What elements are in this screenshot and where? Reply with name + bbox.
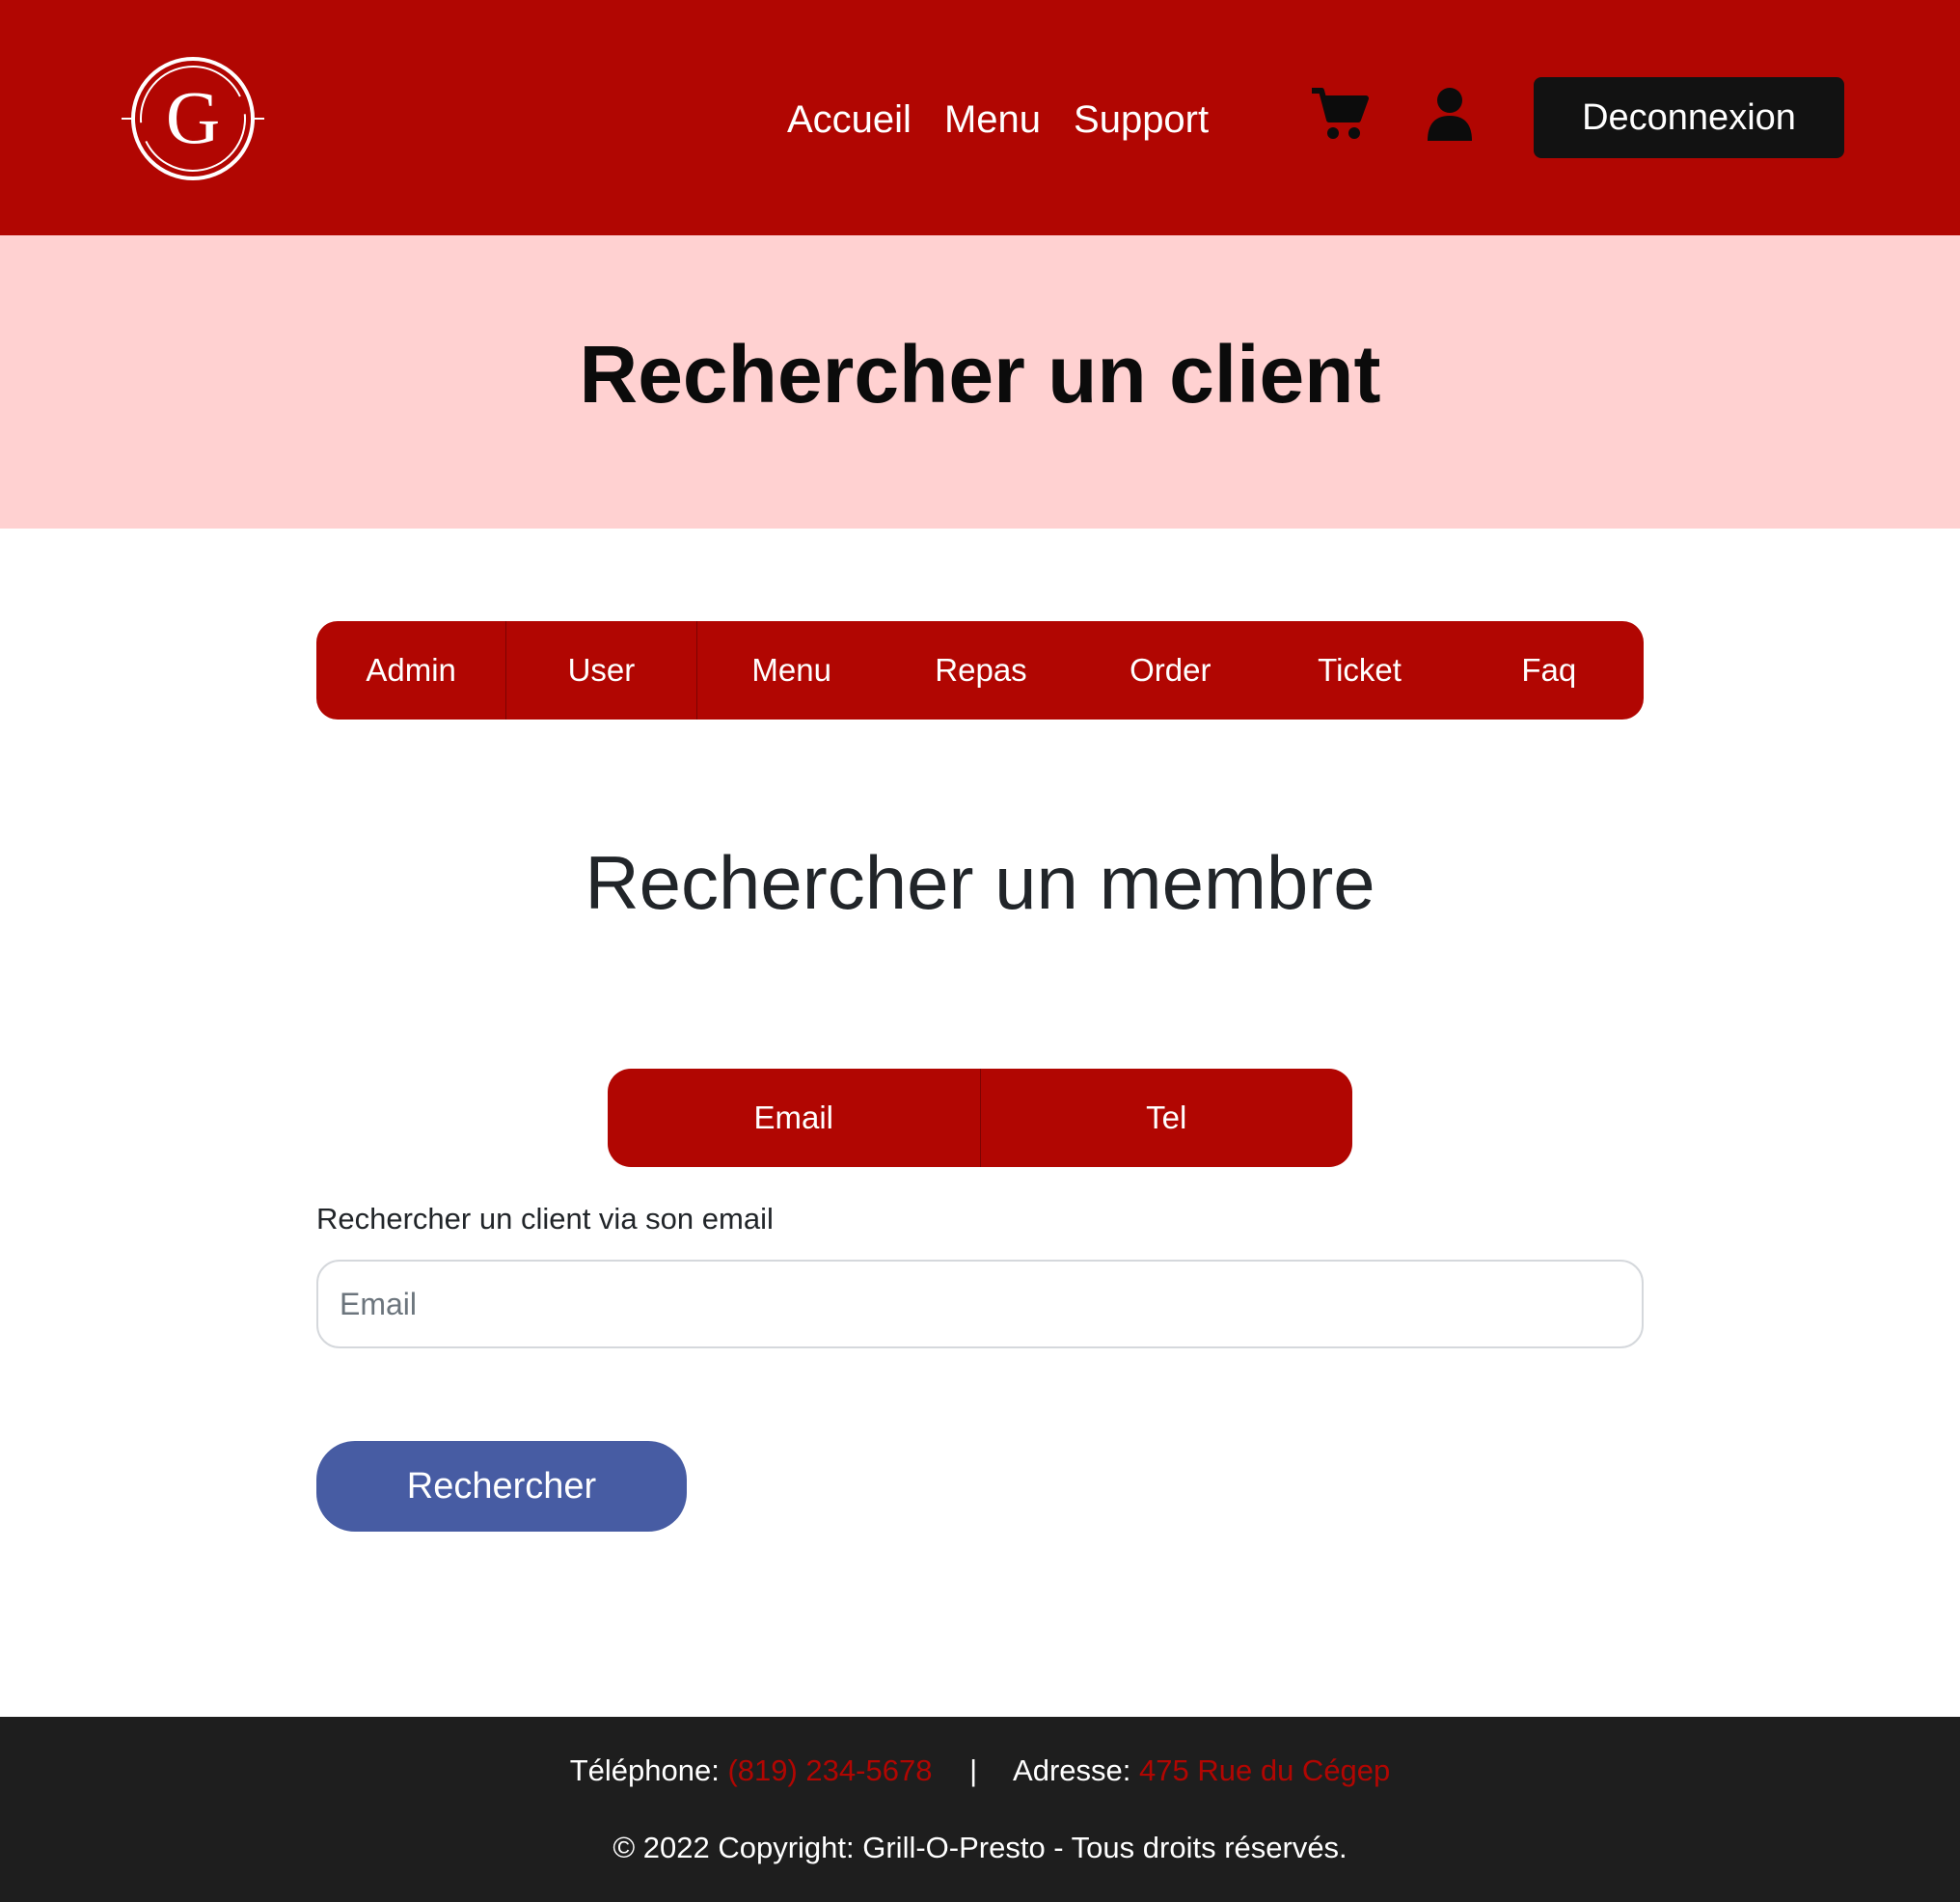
mode-email[interactable]: Email — [608, 1069, 981, 1167]
site-footer: Téléphone: (819) 234-5678 | Adresse: 475… — [0, 1717, 1960, 1902]
tab-admin[interactable]: Admin — [316, 621, 507, 720]
footer-divider: | — [969, 1753, 978, 1787]
copyright-text: © 2022 Copyright: Grill-O-Presto - Tous … — [612, 1831, 1348, 1864]
nav-support[interactable]: Support — [1074, 89, 1209, 150]
admin-tab-bar: Admin User Menu Repas Order Ticket Faq — [316, 621, 1644, 720]
logo-icon[interactable]: G — [122, 54, 264, 183]
search-button[interactable]: Rechercher — [316, 1441, 687, 1532]
hero-banner: Rechercher un client — [0, 235, 1960, 529]
cart-icon[interactable] — [1310, 87, 1370, 141]
email-field-label: Rechercher un client via son email — [316, 1202, 774, 1236]
footer-contact: Téléphone: (819) 234-5678 | Adresse: 475… — [0, 1753, 1960, 1788]
phone-label: Téléphone: — [569, 1753, 720, 1787]
main-nav: Accueil Menu Support — [787, 89, 1209, 150]
section-title: Rechercher un membre — [585, 840, 1375, 925]
logout-button[interactable]: Deconnexion — [1534, 77, 1844, 158]
mode-tel[interactable]: Tel — [981, 1069, 1353, 1167]
tab-ticket[interactable]: Ticket — [1265, 621, 1454, 720]
address-label: Adresse: — [1013, 1753, 1131, 1787]
tab-repas[interactable]: Repas — [886, 621, 1075, 720]
tab-menu[interactable]: Menu — [697, 621, 886, 720]
tab-faq[interactable]: Faq — [1455, 621, 1644, 720]
tab-order[interactable]: Order — [1075, 621, 1265, 720]
search-mode-toggle: Email Tel — [608, 1069, 1352, 1167]
logo-letter: G — [166, 75, 220, 159]
email-field[interactable] — [316, 1260, 1644, 1348]
page-title: Rechercher un client — [579, 329, 1381, 420]
site-header: G Accueil Menu Support Deconnexion — [0, 0, 1960, 235]
user-icon[interactable] — [1426, 87, 1474, 141]
phone-value[interactable]: (819) 234-5678 — [727, 1753, 932, 1787]
nav-menu[interactable]: Menu — [944, 89, 1041, 150]
nav-accueil[interactable]: Accueil — [787, 89, 912, 150]
tab-user[interactable]: User — [506, 621, 697, 720]
address-value[interactable]: 475 Rue du Cégep — [1139, 1753, 1390, 1787]
